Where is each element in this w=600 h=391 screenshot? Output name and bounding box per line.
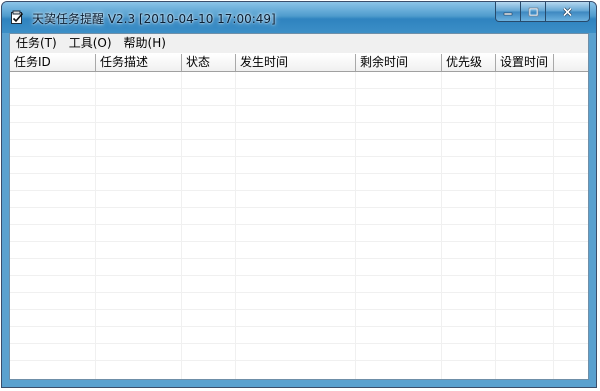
close-icon	[562, 6, 573, 17]
menu-bar: 任务(T) 工具(O) 帮助(H)	[10, 34, 588, 53]
grid-row-line	[10, 360, 588, 361]
grid-column-line	[355, 72, 356, 379]
grid-row-line	[10, 326, 588, 327]
grid-column-line	[235, 72, 236, 379]
main-window: 天巭任务提醒 V2.3 [2010-04-10 17:00:49] 任务(T) …	[1, 1, 597, 388]
grid-row-line	[10, 105, 588, 106]
grid-row-line	[10, 275, 588, 276]
grid-row-line	[10, 224, 588, 225]
grid-row-line	[10, 173, 588, 174]
column-header-task-id[interactable]: 任务ID	[10, 54, 96, 71]
minimize-button[interactable]	[495, 2, 521, 22]
task-list[interactable]: 任务ID 任务描述 状态 发生时间 剩余时间 优先级 设置时间	[10, 54, 588, 379]
maximize-button[interactable]	[521, 2, 546, 22]
caption-buttons	[495, 2, 590, 22]
grid-row-line	[10, 88, 588, 89]
column-header-priority[interactable]: 优先级	[442, 54, 496, 71]
title-bar[interactable]: 天巭任务提醒 V2.3 [2010-04-10 17:00:49]	[2, 2, 596, 33]
list-body	[10, 72, 588, 379]
grid-column-line	[441, 72, 442, 379]
grid-row-line	[10, 207, 588, 208]
grid-column-line	[553, 72, 554, 379]
menu-help[interactable]: 帮助(H)	[118, 34, 172, 53]
list-header: 任务ID 任务描述 状态 发生时间 剩余时间 优先级 设置时间	[10, 54, 588, 72]
grid-column-line	[495, 72, 496, 379]
column-header-task-desc[interactable]: 任务描述	[96, 54, 182, 71]
grid-row-line	[10, 343, 588, 344]
grid-column-line	[181, 72, 182, 379]
app-icon[interactable]	[10, 10, 24, 24]
grid-row-line	[10, 156, 588, 157]
column-header-status[interactable]: 状态	[182, 54, 236, 71]
grid-row-line	[10, 309, 588, 310]
grid-row-line	[10, 122, 588, 123]
menu-tools[interactable]: 工具(O)	[63, 34, 118, 53]
close-button[interactable]	[546, 2, 590, 22]
menu-task[interactable]: 任务(T)	[10, 34, 63, 53]
minimize-icon	[503, 12, 513, 15]
maximize-icon	[528, 7, 538, 16]
grid-row-line	[10, 292, 588, 293]
grid-row-line	[10, 190, 588, 191]
window-title: 天巭任务提醒 V2.3 [2010-04-10 17:00:49]	[32, 12, 276, 26]
grid-row-line	[10, 258, 588, 259]
grid-row-line	[10, 139, 588, 140]
column-header-occur-time[interactable]: 发生时间	[236, 54, 356, 71]
column-header-set-time[interactable]: 设置时间	[496, 54, 554, 71]
client-area: 任务(T) 工具(O) 帮助(H) 任务ID 任务描述 状态 发生时间 剩余时间…	[9, 33, 589, 380]
grid-column-line	[95, 72, 96, 379]
column-header-remaining-time[interactable]: 剩余时间	[356, 54, 442, 71]
grid-row-line	[10, 241, 588, 242]
